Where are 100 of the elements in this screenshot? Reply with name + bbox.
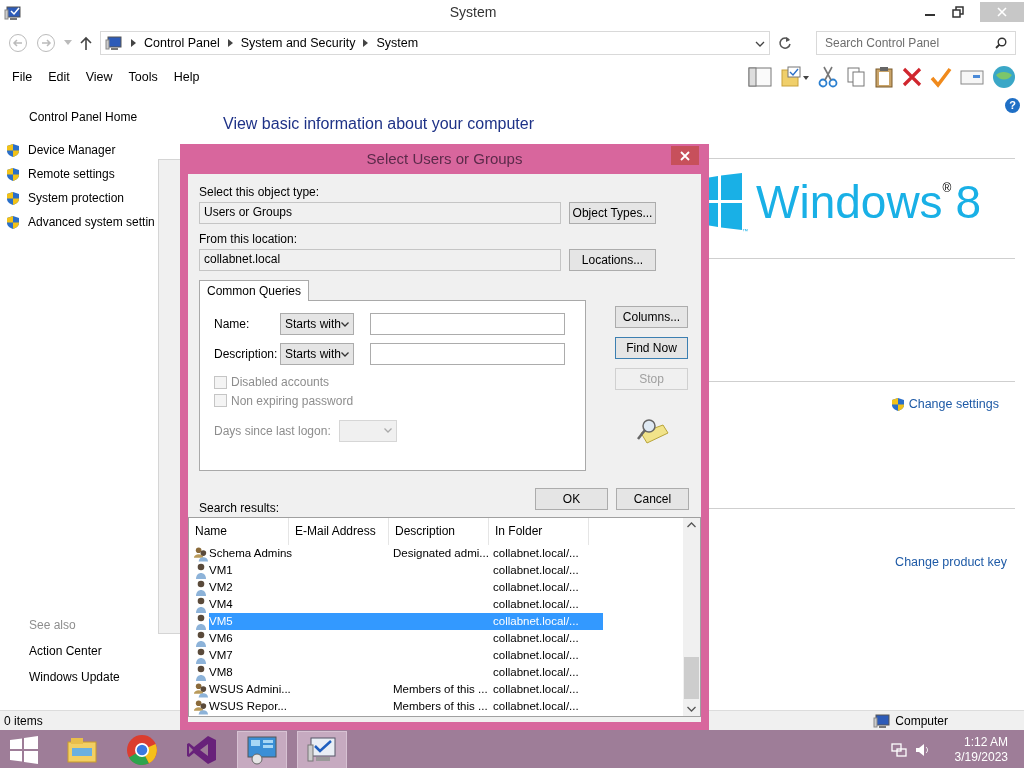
sidebar-link[interactable]: System protection: [28, 189, 125, 207]
copy-icon[interactable]: [846, 66, 866, 88]
status-text: Computer: [895, 712, 948, 730]
scroll-thumb[interactable]: [684, 657, 699, 700]
menu-item[interactable]: File: [4, 67, 41, 87]
query-input[interactable]: [370, 343, 565, 366]
group-icon: [193, 681, 209, 698]
checkbox-label: Disabled accounts: [231, 375, 330, 390]
result-row[interactable]: WSUS Repor... Members of this ... collabnet.local/...: [209, 698, 603, 716]
globe-icon[interactable]: [992, 65, 1016, 89]
checkmark-icon[interactable]: [930, 66, 952, 88]
chevron-icon: [227, 39, 233, 47]
scroll-down-icon[interactable]: [687, 706, 696, 713]
column-header[interactable]: Name: [189, 518, 289, 546]
restore-icon[interactable]: [952, 6, 964, 18]
caret-icon[interactable]: [64, 40, 72, 46]
layout-icon[interactable]: [748, 66, 772, 88]
clock-date[interactable]: 3/19/2023: [954, 750, 1008, 765]
back-icon[interactable]: [8, 33, 28, 53]
column-header[interactable]: In Folder: [489, 518, 589, 546]
system-icon: [306, 735, 338, 765]
sidebar-link[interactable]: Advanced system settin: [28, 213, 155, 231]
address-bar[interactable]: Control Panel System and Security System: [100, 31, 770, 55]
clipboard-icon[interactable]: [874, 66, 894, 88]
column-header[interactable]: Description: [389, 518, 489, 546]
change-product-key-link[interactable]: Change product key: [895, 553, 1007, 572]
network-icon[interactable]: [890, 742, 907, 758]
change-settings-link[interactable]: Change settings: [908, 395, 999, 414]
tab[interactable]: Common Queries: [199, 279, 310, 302]
scroll-up-icon[interactable]: [687, 522, 696, 529]
breadcrumb[interactable]: Control Panel: [144, 33, 220, 53]
search-field[interactable]: Search Control Panel: [816, 31, 1016, 55]
close-icon: [680, 150, 690, 161]
operator-dropdown[interactable]: Starts with: [280, 343, 354, 366]
chevron-down-icon: [341, 321, 349, 327]
registered-mark: ®: [942, 180, 952, 195]
group-icon: [193, 698, 209, 715]
result-row[interactable]: VM8 collabnet.local/...: [209, 664, 603, 682]
field-label: From this location:: [199, 232, 298, 247]
menu-item[interactable]: View: [77, 67, 121, 87]
result-row[interactable]: WSUS Admini... Members of this ... collabnet.local/...: [209, 681, 603, 699]
user-icon: [195, 596, 207, 613]
breadcrumb[interactable]: System and Security: [240, 33, 356, 53]
speaker-icon[interactable]: [914, 742, 931, 758]
result-row[interactable]: VM4 collabnet.local/...: [209, 596, 603, 614]
menu-item[interactable]: Help: [165, 67, 208, 87]
delete-icon[interactable]: [902, 66, 922, 88]
section-label: Search results:: [199, 500, 280, 516]
breadcrumb[interactable]: System: [376, 33, 419, 53]
chevron-down-icon: [383, 428, 392, 434]
home-link[interactable]: Control Panel Home: [29, 110, 138, 124]
scissors-icon[interactable]: [818, 66, 838, 88]
sidebar-link[interactable]: Remote settings: [28, 165, 115, 183]
menu-item[interactable]: Edit: [40, 67, 78, 87]
cancel-button[interactable]: Cancel: [616, 488, 689, 511]
field-label: Select this object type:: [199, 185, 320, 199]
help-button[interactable]: ?: [1005, 97, 1020, 113]
user-icon: [195, 579, 207, 596]
sidebar-link[interactable]: Device Manager: [28, 141, 116, 159]
taskbar-button[interactable]: [297, 731, 347, 768]
up-arrow-icon[interactable]: [80, 36, 92, 50]
dropdown-icon[interactable]: [755, 40, 765, 47]
user-icon: [195, 562, 207, 579]
result-row[interactable]: Schema Admins Designated admi... collabnet.local/...: [209, 545, 603, 563]
location-field: collabnet.local: [199, 248, 561, 271]
folder-icon[interactable]: [780, 66, 810, 88]
shield-icon: [6, 214, 20, 230]
taskbar-button[interactable]: [237, 731, 287, 768]
dialog-button[interactable]: Find Now: [615, 336, 688, 359]
shield-icon: [6, 166, 20, 182]
dialog-button[interactable]: Columns...: [615, 305, 688, 328]
result-row[interactable]: VM2 collabnet.local/...: [209, 579, 603, 597]
start-icon[interactable]: [10, 736, 38, 764]
sidebar-link[interactable]: Action Center: [29, 644, 102, 658]
browser-icon: [126, 734, 158, 766]
close-button[interactable]: [671, 146, 699, 165]
scrollbar[interactable]: [683, 518, 700, 717]
result-row[interactable]: VM7 collabnet.local/...: [209, 647, 603, 665]
chevron-icon: [363, 39, 369, 47]
object-type-field: Users or Groups: [199, 202, 561, 225]
operator-dropdown[interactable]: Starts with: [280, 313, 354, 336]
sidebar-link[interactable]: Windows Update: [29, 670, 120, 684]
clock-time[interactable]: 1:12 AM: [963, 735, 1008, 750]
forward-icon[interactable]: [36, 33, 56, 53]
version-number: 8: [955, 179, 982, 225]
shield-icon: [6, 190, 20, 206]
search-icon: [995, 37, 1007, 49]
result-row[interactable]: VM6 collabnet.local/...: [209, 630, 603, 648]
object-types-button[interactable]: Object Types...: [569, 202, 656, 225]
column-header[interactable]: E-Mail Address: [289, 518, 389, 546]
result-row[interactable]: VM1 collabnet.local/...: [209, 562, 603, 580]
group-icon: [193, 545, 209, 562]
refresh-icon[interactable]: [778, 36, 792, 50]
locations-button[interactable]: Locations...: [569, 248, 656, 271]
window-title: System: [449, 3, 497, 20]
logo-text: Windows: [756, 179, 943, 225]
menu-item[interactable]: Tools: [120, 67, 166, 87]
query-input[interactable]: [370, 313, 565, 336]
ok-button[interactable]: OK: [535, 488, 608, 511]
search-folder-icon: [634, 416, 669, 445]
